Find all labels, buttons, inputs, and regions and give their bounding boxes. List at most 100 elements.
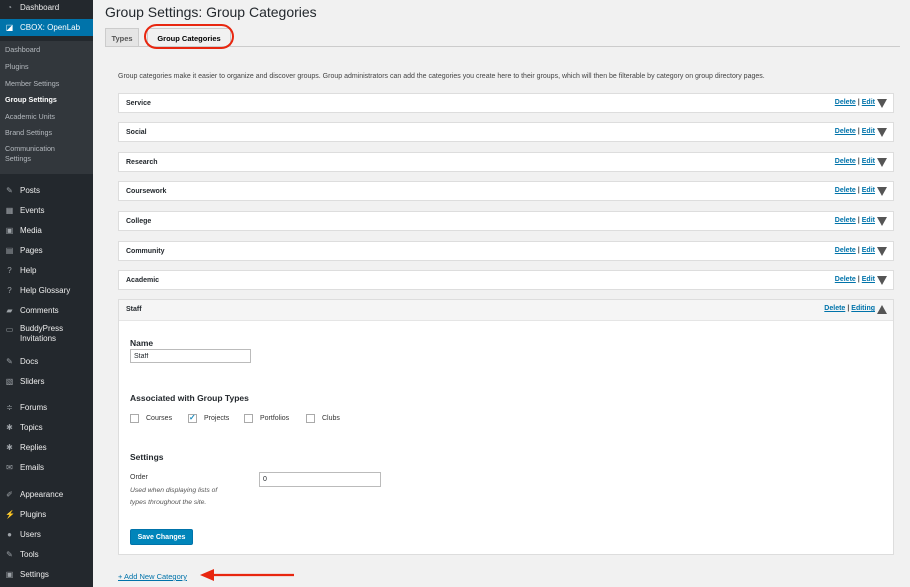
tools-icon: ✎ <box>6 549 13 559</box>
submenu-item-group-settings[interactable]: Group Settings <box>0 95 93 104</box>
sidebar-item-events[interactable]: ▦ Events <box>0 204 93 216</box>
delete-link[interactable]: Delete <box>835 276 856 283</box>
category-name-input[interactable] <box>130 349 251 363</box>
checkbox-box[interactable] <box>130 414 139 423</box>
settings-label: Settings <box>130 452 164 462</box>
submenu-item-member-settings[interactable]: Member Settings <box>0 79 93 88</box>
replies-icon: ✱ <box>6 442 13 452</box>
page-title: Group Settings: Group Categories <box>105 4 317 20</box>
submenu-item-brand-settings[interactable]: Brand Settings <box>0 128 93 137</box>
expand-arrow-icon[interactable] <box>877 187 887 196</box>
edit-link[interactable]: Edit <box>862 276 875 283</box>
category-row-staff: Staff Delete | Editing <box>119 300 893 321</box>
category-row-college: College Delete | Edit <box>118 211 894 231</box>
sidebar-item-emails[interactable]: ✉ Emails <box>0 461 93 473</box>
slider-icon: ▧ <box>5 376 14 386</box>
sidebar-item-forums[interactable]: ≑ Forums <box>0 401 93 413</box>
sidebar-item-plugins[interactable]: ⚡ Plugins <box>0 508 93 520</box>
sidebar-item-help-glossary[interactable]: ? Help Glossary <box>0 284 93 296</box>
calendar-icon: ▦ <box>5 205 14 215</box>
category-row-social: Social Delete | Edit <box>118 122 894 142</box>
forum-icon: ≑ <box>6 402 13 412</box>
delete-link[interactable]: Delete <box>835 128 856 135</box>
submenu-item-communication-settings[interactable]: Communication Settings <box>0 144 70 164</box>
editing-link[interactable]: Editing <box>851 305 875 312</box>
help-icon: ? <box>7 265 12 275</box>
sidebar-item-cbox-openlab[interactable]: ◪ CBOX: OpenLab <box>0 19 93 36</box>
checkbox-box[interactable] <box>244 414 253 423</box>
checkbox-courses[interactable]: Courses <box>130 414 172 423</box>
sidebar-item-help[interactable]: ? Help <box>0 264 93 276</box>
delete-link[interactable]: Delete <box>835 158 856 165</box>
comment-icon: ▰ <box>6 305 13 315</box>
delete-link[interactable]: Delete <box>835 99 856 106</box>
category-name: Social <box>126 129 147 136</box>
add-new-category-link[interactable]: + Add New Category <box>118 572 187 581</box>
checkbox-portfolios[interactable]: Portfolios <box>244 414 289 423</box>
arrow-left-icon <box>200 569 294 581</box>
sidebar-item-posts[interactable]: ✎ Posts <box>0 184 93 196</box>
expand-arrow-icon[interactable] <box>877 158 887 167</box>
help-icon: ? <box>7 285 12 295</box>
checkbox-box-checked[interactable] <box>188 413 197 423</box>
expand-arrow-icon[interactable] <box>877 217 887 226</box>
category-name: Staff <box>126 306 142 313</box>
submenu-item-dashboard[interactable]: Dashboard <box>0 45 93 54</box>
checkbox-box[interactable] <box>306 414 315 423</box>
expand-arrow-icon[interactable] <box>877 276 887 285</box>
sidebar-item-topics[interactable]: ✱ Topics <box>0 421 93 433</box>
category-row-coursework: Coursework Delete | Edit <box>118 181 894 201</box>
sidebar-item-users[interactable]: ● Users <box>0 528 93 540</box>
delete-link[interactable]: Delete <box>835 247 856 254</box>
order-input[interactable] <box>259 472 381 487</box>
sidebar-item-dashboard[interactable]: ◔ Dashboard <box>0 0 93 15</box>
edit-link[interactable]: Edit <box>862 99 875 106</box>
settings-icon: ▣ <box>5 569 14 579</box>
plugin-icon: ⚡ <box>5 509 15 519</box>
edit-link[interactable]: Edit <box>862 247 875 254</box>
category-name: Academic <box>126 277 160 284</box>
expand-arrow-icon[interactable] <box>877 247 887 256</box>
sidebar-item-media[interactable]: ▣ Media <box>0 224 93 236</box>
edit-link[interactable]: Edit <box>862 128 875 135</box>
checkbox-projects[interactable]: Projects <box>188 413 229 423</box>
submenu-item-academic-units[interactable]: Academic Units <box>0 112 93 121</box>
sidebar-item-sliders[interactable]: ▧ Sliders <box>0 375 93 387</box>
sidebar-item-appearance[interactable]: ✐ Appearance <box>0 488 93 500</box>
sidebar-item-comments[interactable]: ▰ Comments <box>0 304 93 316</box>
delete-link[interactable]: Delete <box>835 217 856 224</box>
main-content: Group Settings: Group Categories Types G… <box>93 0 910 587</box>
edit-link[interactable]: Edit <box>862 158 875 165</box>
group-types-label: Associated with Group Types <box>130 393 249 403</box>
category-name: Coursework <box>126 188 167 195</box>
pushpin-icon: ✎ <box>6 356 13 366</box>
admin-sidebar: ◔ Dashboard ◪ CBOX: OpenLab Dashboard Plug… <box>0 0 93 587</box>
delete-link[interactable]: Delete <box>835 187 856 194</box>
sidebar-item-pages[interactable]: ▤ Pages <box>0 244 93 256</box>
users-icon: ● <box>7 529 12 539</box>
edit-link[interactable]: Edit <box>862 217 875 224</box>
page-description: Group categories make it easier to organ… <box>118 73 765 80</box>
category-name: College <box>126 218 152 225</box>
tab-types[interactable]: Types <box>105 28 139 47</box>
name-label: Name <box>130 338 154 348</box>
checkbox-clubs[interactable]: Clubs <box>306 414 340 423</box>
openlab-icon: ◪ <box>5 23 14 32</box>
expand-arrow-icon[interactable] <box>877 128 887 137</box>
category-row-research: Research Delete | Edit <box>118 152 894 172</box>
highlight-circle <box>144 24 234 49</box>
expand-arrow-icon[interactable] <box>877 99 887 108</box>
appearance-icon: ✐ <box>6 489 13 499</box>
sidebar-item-tools[interactable]: ✎ Tools <box>0 548 93 560</box>
save-changes-button[interactable]: Save Changes <box>130 529 193 545</box>
sidebar-item-settings[interactable]: ▣ Settings <box>0 568 93 580</box>
topics-icon: ✱ <box>6 422 13 432</box>
edit-link[interactable]: Edit <box>862 187 875 194</box>
sidebar-item-replies[interactable]: ✱ Replies <box>0 441 93 453</box>
collapse-arrow-icon[interactable] <box>877 305 887 314</box>
delete-link[interactable]: Delete <box>824 305 845 312</box>
submenu-item-plugins[interactable]: Plugins <box>0 62 93 71</box>
category-row-academic: Academic Delete | Edit <box>118 270 894 290</box>
sidebar-item-docs[interactable]: ✎ Docs <box>0 355 93 367</box>
sidebar-item-buddypress-invitations[interactable]: ▭ BuddyPress Invitations <box>0 324 93 346</box>
